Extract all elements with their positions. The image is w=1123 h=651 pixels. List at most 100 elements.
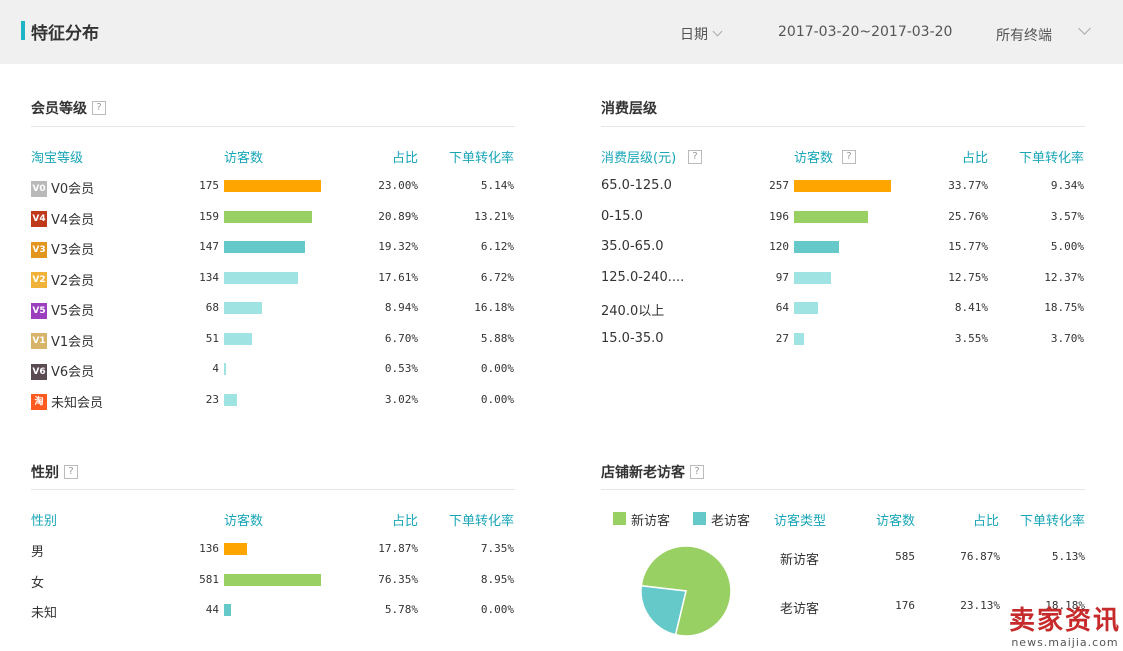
help-icon[interactable]: ?: [92, 101, 106, 115]
row-label: V4 V4会员: [31, 209, 94, 229]
consumption-level-title: 消费层级: [601, 101, 657, 117]
row-label-text: V5会员: [51, 304, 95, 319]
share-value: 0.53%: [384, 362, 418, 375]
share-value: 20.89%: [378, 209, 418, 223]
row-label: 240.0以上: [601, 300, 664, 319]
visitor-bar: [224, 393, 237, 406]
row-label: 男: [31, 541, 44, 560]
column-header[interactable]: 下单转化率: [449, 510, 514, 529]
top-bar: 特征分布 日期 2017-03-20~2017-03-20 所有终端: [0, 0, 1123, 64]
visitor-bar: [794, 302, 818, 314]
member-level-title: 会员等级?: [31, 98, 106, 118]
legend-label-new: 新访客: [631, 514, 671, 529]
share-value: 76.87%: [960, 550, 1000, 563]
row-label-text: 男: [31, 545, 45, 560]
watermark-url: news.maijia.com: [1011, 636, 1119, 649]
terminal-chevron-down-icon[interactable]: [1078, 22, 1091, 35]
member-level-icon: V1: [31, 333, 47, 349]
visitor-count: 23: [205, 392, 219, 406]
conversion-rate: 5.88%: [480, 331, 514, 345]
column-header[interactable]: 淘宝等级: [31, 147, 83, 166]
row-label: V6 V6会员: [31, 361, 94, 381]
column-header[interactable]: 访客数: [224, 510, 263, 529]
help-icon[interactable]: ?: [842, 150, 856, 164]
column-header[interactable]: 下单转化率: [449, 147, 514, 166]
member-divider: [31, 126, 515, 127]
column-header[interactable]: 占比: [973, 510, 999, 529]
row-label-text: 240.0以上: [601, 304, 665, 319]
column-header[interactable]: 下单转化率: [1020, 510, 1085, 529]
chevron-down-icon: [712, 26, 723, 37]
member-level-icon: V5: [31, 302, 47, 319]
conversion-rate: 0.00%: [480, 603, 514, 616]
row-label-text: 0-15.0: [601, 208, 643, 224]
date-dropdown[interactable]: 日期: [680, 24, 723, 44]
visitor-bar: [224, 210, 312, 223]
member-level-icon: V6: [31, 363, 47, 380]
conversion-rate: 8.95%: [480, 572, 514, 586]
row-label-text: 15.0-35.0: [601, 330, 664, 346]
share-value: 19.32%: [378, 240, 418, 253]
column-header[interactable]: 性别: [31, 510, 57, 529]
share-value: 8.94%: [384, 301, 418, 314]
visitor-type-divider: [601, 489, 1085, 490]
visitor-bar: [224, 332, 252, 345]
help-icon[interactable]: ?: [688, 150, 702, 164]
conversion-rate: 3.70%: [1050, 331, 1084, 345]
visitor-count: 585: [895, 550, 915, 563]
row-label-text: 65.0-125.0: [601, 178, 672, 193]
row-label-text: 125.0-240....: [601, 269, 685, 285]
conversion-rate: 5.14%: [480, 179, 514, 192]
row-label: V1 V1会员: [31, 331, 94, 351]
terminal-dropdown[interactable]: 所有终端: [996, 25, 1052, 45]
column-header[interactable]: 访客数: [224, 147, 263, 166]
row-label: V5 V5会员: [31, 300, 94, 320]
help-icon[interactable]: ?: [690, 465, 704, 479]
visitor-count: 136: [199, 542, 219, 555]
column-header[interactable]: 占比: [392, 147, 418, 166]
visitor-bar: [794, 241, 839, 253]
member-level-icon: V4: [31, 211, 47, 227]
gender-title: 性别?: [31, 462, 78, 482]
column-header[interactable]: 占比: [392, 510, 418, 529]
watermark-title: 卖家资讯: [1008, 606, 1121, 636]
column-header[interactable]: 访客类型: [774, 510, 826, 529]
visitor-bar: [224, 543, 247, 555]
column-header[interactable]: 下单转化率: [1019, 147, 1084, 166]
share-value: 23.00%: [378, 179, 418, 192]
visitor-count: 51: [205, 331, 219, 345]
share-value: 17.61%: [378, 270, 418, 284]
row-label: 女: [31, 572, 44, 591]
visitor-count: 68: [205, 301, 219, 314]
member-level-icon: V0: [31, 180, 47, 197]
row-label-text: 35.0-65.0: [601, 239, 664, 254]
column-header[interactable]: 访客数: [876, 510, 915, 529]
row-label: V0 V0会员: [31, 178, 94, 198]
help-icon[interactable]: ?: [64, 465, 78, 479]
member-level-icon: V3: [31, 241, 47, 258]
row-label: 65.0-125.0: [601, 178, 672, 193]
row-label: 未知: [31, 602, 57, 621]
share-value: 3.55%: [954, 331, 988, 345]
visitor-type-title: 店铺新老访客?: [601, 462, 704, 482]
visitor-type-title-text: 店铺新老访客: [601, 465, 685, 481]
row-label: 老访客: [780, 602, 820, 617]
row-label-text: V0会员: [51, 182, 95, 197]
legend-label-returning: 老访客: [711, 514, 751, 529]
column-header[interactable]: 占比: [962, 147, 988, 166]
conversion-rate: 13.21%: [474, 209, 514, 223]
visitor-count: 97: [775, 270, 789, 284]
visitor-count: 134: [199, 270, 219, 284]
conversion-rate: 12.37%: [1044, 270, 1084, 284]
row-label: V2 V2会员: [31, 270, 94, 290]
column-header[interactable]: 消费层级(元): [601, 147, 676, 166]
row-label-text: V4会员: [51, 212, 95, 228]
share-value: 5.78%: [384, 603, 418, 616]
conversion-rate: 6.72%: [480, 270, 514, 284]
visitor-count: 27: [775, 331, 789, 345]
visitor-bar: [224, 363, 226, 375]
row-label-text: V3会员: [51, 243, 95, 258]
visitor-bar: [224, 302, 262, 314]
column-header[interactable]: 访客数: [794, 147, 833, 166]
share-value: 12.75%: [948, 270, 988, 284]
